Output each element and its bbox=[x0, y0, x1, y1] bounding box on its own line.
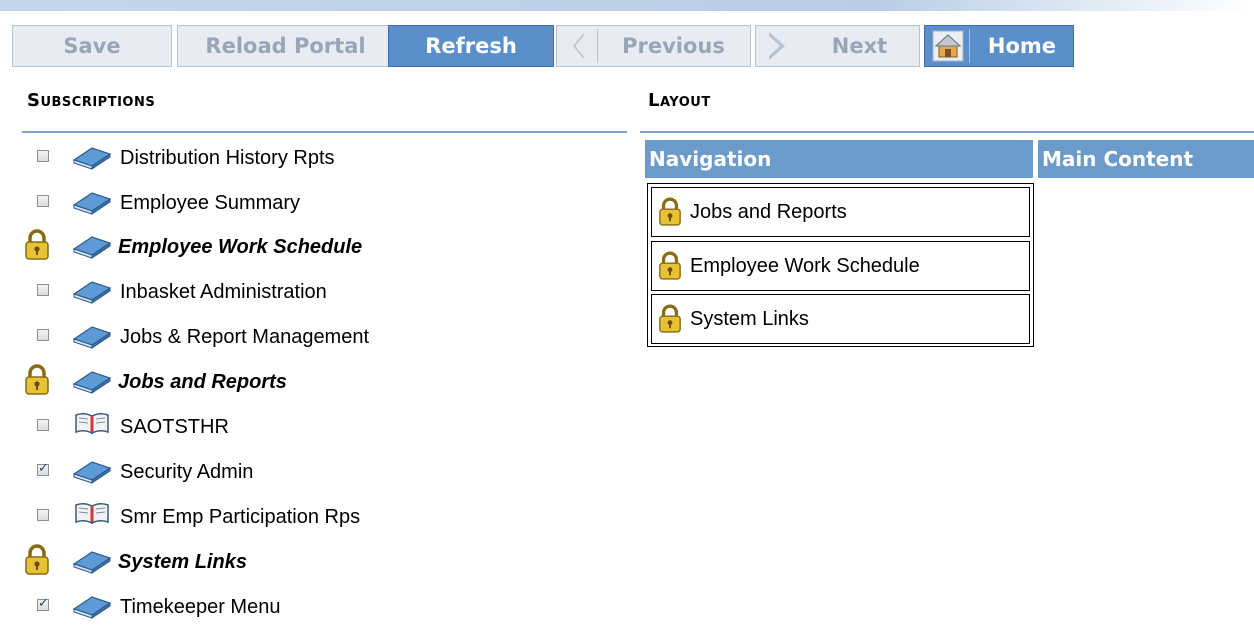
reload-portal-label: Reload Portal bbox=[205, 34, 366, 58]
lock-icon bbox=[24, 229, 50, 266]
next-label: Next bbox=[831, 34, 888, 58]
subscription-checkbox[interactable] bbox=[37, 596, 49, 611]
subscription-label: Timekeeper Menu bbox=[120, 595, 281, 618]
lock-icon bbox=[658, 251, 682, 281]
navigation-header-label: Navigation bbox=[649, 147, 772, 171]
subscription-checkbox[interactable] bbox=[37, 461, 49, 476]
book-blue-icon bbox=[72, 144, 112, 175]
home-button[interactable]: Home bbox=[924, 25, 1074, 67]
subscriptions-title: Subscriptions bbox=[27, 90, 155, 111]
refresh-label: Refresh bbox=[425, 34, 517, 58]
subscription-label: System Links bbox=[118, 550, 247, 573]
subscription-checkbox[interactable] bbox=[37, 419, 49, 431]
main-content-header-label: Main Content bbox=[1042, 147, 1194, 171]
previous-button[interactable]: Previous bbox=[556, 25, 751, 67]
previous-separator bbox=[597, 29, 598, 63]
book-blue-icon bbox=[72, 593, 112, 624]
book-open-icon bbox=[74, 411, 110, 442]
subscriptions-title-text: Subscriptions bbox=[27, 90, 156, 111]
navigation-item-label: Jobs and Reports bbox=[690, 200, 847, 223]
subscriptions-list: Distribution History Rpts Employee Summa… bbox=[0, 138, 620, 619]
navigation-item-label: System Links bbox=[690, 307, 809, 330]
book-blue-icon bbox=[72, 458, 112, 489]
main-content-column-header: Main Content bbox=[1038, 140, 1254, 178]
chevron-right-icon bbox=[766, 30, 788, 62]
layout-divider bbox=[640, 131, 1254, 133]
navigation-item[interactable]: System Links bbox=[651, 294, 1030, 344]
previous-label: Previous bbox=[622, 34, 725, 58]
lock-icon bbox=[658, 304, 682, 334]
subscription-label: Jobs and Reports bbox=[118, 370, 287, 393]
layout-title: Layout bbox=[648, 90, 711, 111]
navigation-column-header: Navigation bbox=[645, 140, 1033, 178]
subscription-label: Inbasket Administration bbox=[120, 280, 327, 303]
navigation-item[interactable]: Jobs and Reports bbox=[651, 187, 1030, 237]
layout-title-text: Layout bbox=[648, 90, 711, 111]
lock-icon bbox=[658, 197, 682, 227]
chevron-left-icon bbox=[571, 32, 587, 60]
navigation-item-label: Employee Work Schedule bbox=[690, 254, 920, 277]
subscription-checkbox[interactable] bbox=[37, 284, 49, 296]
subscription-checkbox[interactable] bbox=[37, 150, 49, 162]
book-blue-icon bbox=[72, 548, 112, 579]
home-separator bbox=[969, 29, 970, 63]
subscription-label: Security Admin bbox=[120, 460, 254, 483]
book-blue-icon bbox=[72, 368, 112, 399]
subscription-label: Distribution History Rpts bbox=[120, 146, 335, 169]
navigation-item[interactable]: Employee Work Schedule bbox=[651, 241, 1030, 291]
home-label: Home bbox=[987, 34, 1057, 58]
subscription-checkbox[interactable] bbox=[37, 509, 49, 521]
subscriptions-divider bbox=[22, 131, 627, 133]
book-blue-icon bbox=[72, 189, 112, 220]
book-blue-icon bbox=[72, 323, 112, 354]
subscription-label: Smr Emp Participation Rps bbox=[120, 505, 361, 528]
subscription-label: Employee Summary bbox=[120, 191, 301, 214]
lock-icon bbox=[24, 364, 50, 401]
subscription-checkbox[interactable] bbox=[37, 329, 49, 341]
save-button[interactable]: Save bbox=[12, 25, 172, 67]
subscription-checkbox[interactable] bbox=[37, 195, 49, 207]
book-blue-icon bbox=[72, 233, 112, 264]
next-button[interactable]: Next bbox=[755, 25, 920, 67]
home-icon bbox=[931, 30, 965, 62]
refresh-button[interactable]: Refresh bbox=[388, 25, 554, 67]
save-label: Save bbox=[63, 34, 121, 58]
subscription-label: Jobs & Report Management bbox=[120, 325, 370, 348]
subscription-label: Employee Work Schedule bbox=[118, 235, 363, 258]
navigation-box: Jobs and Reports Employee Work Schedule … bbox=[647, 183, 1034, 347]
book-open-icon bbox=[74, 501, 110, 532]
lock-icon bbox=[24, 544, 50, 581]
reload-portal-button[interactable]: Reload Portal bbox=[177, 25, 394, 67]
top-accent-bar bbox=[0, 0, 1254, 11]
subscription-label: SAOTSTHR bbox=[120, 415, 229, 438]
book-blue-icon bbox=[72, 278, 112, 309]
